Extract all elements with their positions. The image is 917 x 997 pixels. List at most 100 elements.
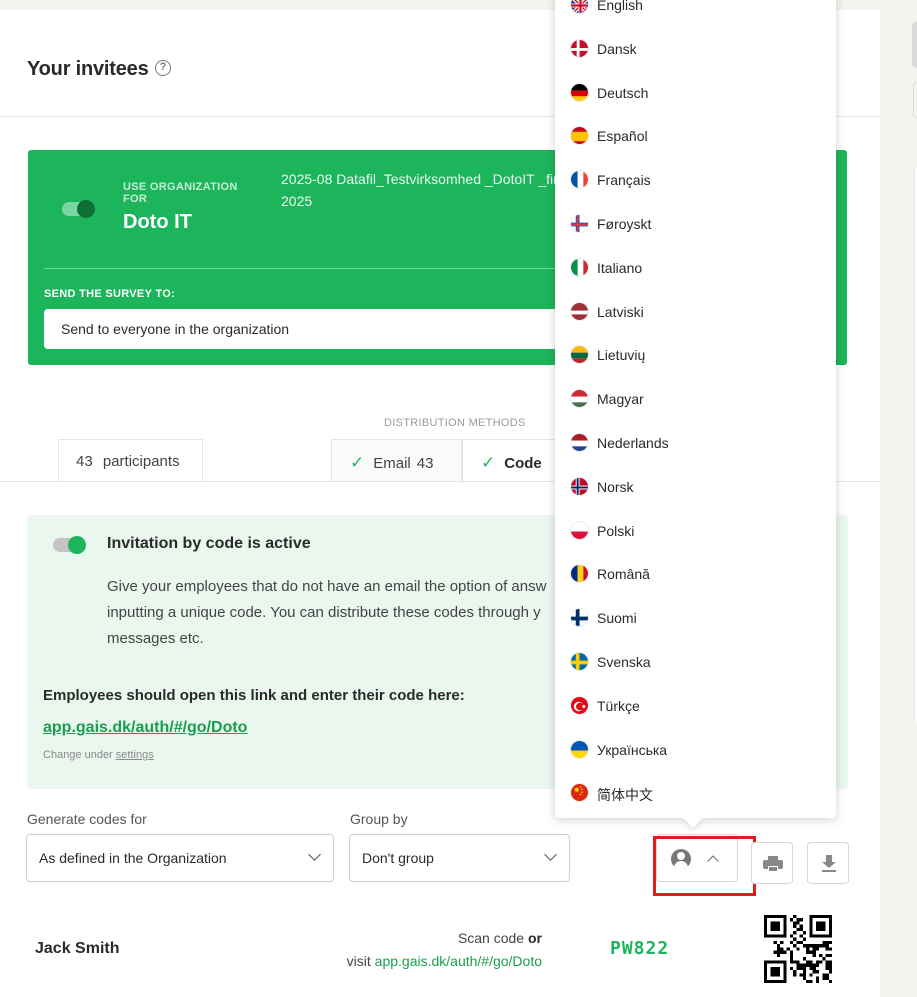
invitee-name: Jack Smith [35, 940, 120, 957]
check-icon: ✓ [481, 453, 496, 472]
language-name: Italiano [597, 259, 643, 276]
group-by-value: Don't group [362, 850, 434, 866]
change-note: Change under settings [43, 749, 154, 761]
settings-link[interactable]: settings [116, 749, 154, 761]
language-option-lt[interactable]: Lietuvių [555, 333, 836, 377]
organization-toggle[interactable] [62, 200, 95, 218]
group-by-select[interactable]: Don't group [349, 834, 570, 882]
flag-gb-icon [570, 0, 589, 14]
language-name: Svenska [597, 654, 651, 670]
flag-no-icon [570, 476, 589, 496]
language-option-es[interactable]: Español [555, 114, 836, 158]
toggle-knob [77, 200, 95, 218]
language-name: Deutsch [597, 84, 649, 101]
help-icon[interactable]: ? [155, 60, 171, 76]
tab-email[interactable]: ✓ Email 43 [331, 439, 462, 482]
language-name: Français [597, 172, 651, 189]
language-name: Latviski [597, 303, 644, 320]
language-option-nl[interactable]: Nederlands [555, 421, 836, 465]
toggle-knob [68, 536, 86, 554]
flag-fi-icon [570, 608, 589, 628]
flag-fr-icon [570, 170, 589, 190]
language-option-pl[interactable]: Polski [555, 509, 836, 553]
organization-label: USE ORGANIZATION FOR [123, 181, 238, 205]
print-button[interactable] [751, 842, 793, 884]
language-option-lv[interactable]: Latviski [555, 290, 836, 334]
flag-lt-icon [570, 345, 589, 365]
download-button[interactable] [807, 842, 849, 884]
qr-code-icon [764, 915, 832, 983]
flag-es-icon [570, 126, 589, 146]
invitation-link[interactable]: app.gais.dk/auth/#/go/Doto [43, 719, 247, 737]
language-name: Español [597, 128, 648, 145]
invitation-code-toggle[interactable] [53, 536, 86, 554]
code-tab-label: Code [504, 455, 542, 472]
flag-se-icon [570, 652, 589, 671]
group-by-label: Group by [350, 811, 408, 827]
tab-participants[interactable]: 43 participants [58, 439, 203, 482]
language-option-de[interactable]: Deutsch [555, 71, 836, 115]
flag-ua-icon [570, 739, 589, 759]
tab-code[interactable]: ✓ Code [462, 439, 562, 483]
generate-codes-value: As defined in the Organization [39, 850, 227, 866]
language-option-se[interactable]: Svenska [555, 640, 836, 684]
highlight-box [653, 836, 756, 896]
flag-nl-icon [570, 433, 589, 452]
language-name: Українська [597, 741, 668, 758]
page-title: Your invitees [27, 58, 149, 80]
language-name: Nederlands [597, 435, 669, 451]
flag-cn-icon [570, 783, 589, 803]
flag-ro-icon [570, 564, 589, 584]
language-name: Suomi [597, 610, 637, 627]
invitation-title: Invitation by code is active [107, 535, 311, 552]
participants-count: 43 [76, 453, 93, 470]
organization-name: Doto IT [123, 211, 192, 233]
side-panel-tab [913, 82, 917, 118]
language-option-ro[interactable]: Română [555, 552, 836, 596]
send-survey-select[interactable]: Send to everyone in the organization [44, 309, 604, 349]
side-panel-handle [912, 22, 917, 68]
language-option-fr[interactable]: Français [555, 158, 836, 202]
download-icon [821, 855, 837, 873]
check-icon: ✓ [350, 453, 365, 472]
printer-icon [763, 856, 783, 872]
scan-instructions: Scan code or visit app.gais.dk/auth/#/go… [300, 927, 542, 973]
flag-it-icon [570, 257, 589, 277]
language-option-it[interactable]: Italiano [555, 246, 836, 290]
change-note-prefix: Change under [43, 749, 113, 761]
language-option-fo[interactable]: Føroyskt [555, 202, 836, 246]
language-name: Magyar [597, 391, 644, 408]
language-option-no[interactable]: Norsk [555, 465, 836, 509]
language-option-dk[interactable]: Dansk [555, 27, 836, 71]
flag-dk-icon [570, 38, 589, 58]
language-name: Türkçe [597, 697, 640, 714]
language-name: Română [597, 566, 650, 583]
language-option-hu[interactable]: Magyar [555, 377, 836, 421]
language-name: Norsk [597, 478, 634, 495]
chevron-down-icon [544, 848, 557, 861]
flag-tr-icon [570, 695, 589, 715]
flag-pl-icon [570, 520, 589, 540]
invitation-description: Give your employees that do not have an … [107, 578, 547, 647]
distribution-methods-label: DISTRIBUTION METHODS [384, 417, 526, 429]
flag-de-icon [570, 82, 589, 102]
flag-hu-icon [570, 389, 589, 409]
email-tab-label: Email [373, 455, 411, 472]
language-option-cn[interactable]: 简体中文 [555, 771, 836, 815]
language-option-tr[interactable]: Türkçe [555, 684, 836, 728]
language-option-gb[interactable]: English [555, 0, 836, 27]
generate-codes-label: Generate codes for [27, 811, 147, 827]
divider [44, 268, 604, 269]
email-count: 43 [416, 455, 434, 472]
flag-fo-icon [570, 214, 589, 233]
scan-or: or [528, 930, 542, 946]
send-survey-label: SEND THE SURVEY TO: [44, 288, 176, 300]
language-option-fi[interactable]: Suomi [555, 596, 836, 640]
language-option-ua[interactable]: Українська [555, 728, 836, 772]
generate-codes-select[interactable]: As defined in the Organization [26, 834, 334, 882]
organization-file-name: 2025-08 Datafil_Testvirksomhed _DotoIT _… [281, 171, 561, 209]
visit-prefix: visit [346, 953, 371, 969]
language-name: English [597, 0, 643, 13]
flag-lv-icon [570, 301, 589, 321]
visit-link[interactable]: app.gais.dk/auth/#/go/Doto [375, 953, 542, 969]
